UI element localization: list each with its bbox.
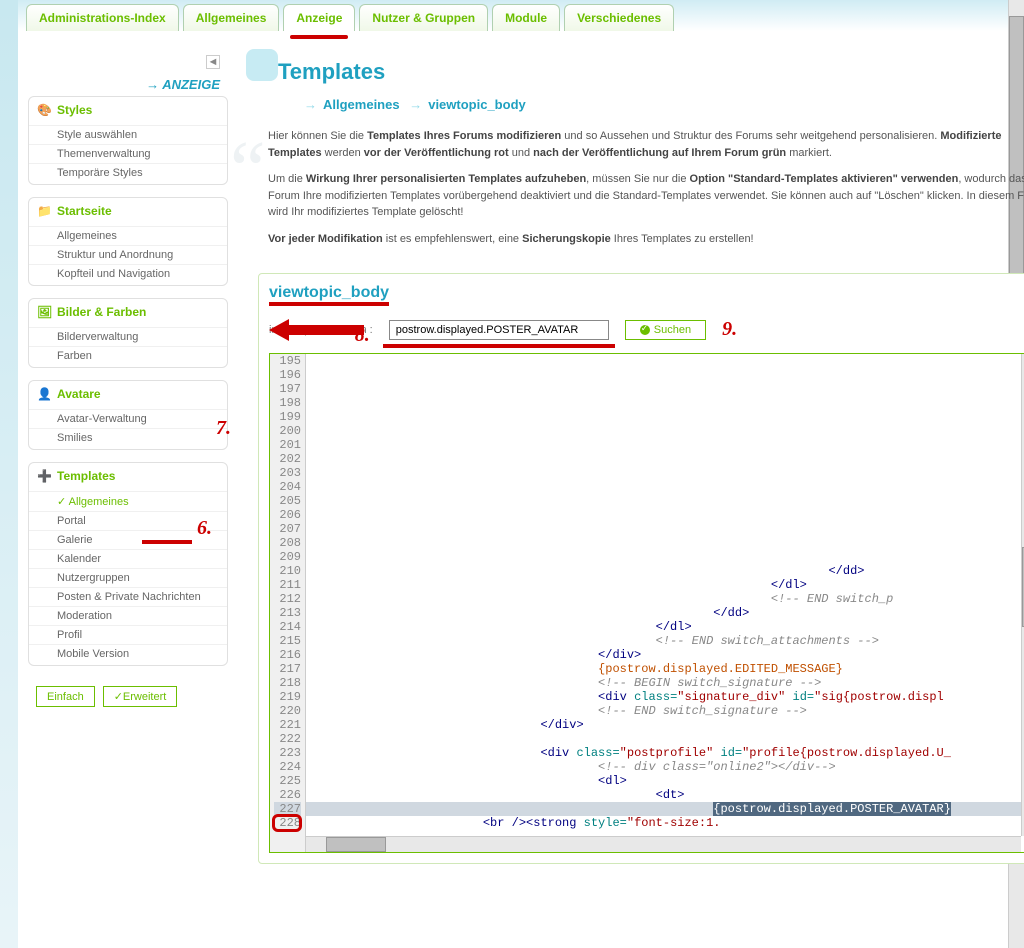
sidebar-item-moderation[interactable]: Moderation — [29, 606, 227, 625]
sidebar-item-tempor-re-styles[interactable]: Temporäre Styles — [29, 163, 227, 182]
annotation-arrow-9 — [269, 315, 379, 345]
sidebar-item-nutzergruppen[interactable]: Nutzergruppen — [29, 568, 227, 587]
sidebar-item-kalender[interactable]: Kalender — [29, 549, 227, 568]
sidebar-section-styles: 🎨StylesStyle auswählenThemenverwaltungTe… — [28, 96, 228, 185]
check-icon — [640, 325, 650, 335]
code-editor[interactable]: 1951961971981992002012022032042052062072… — [269, 353, 1024, 853]
sidebar: ◄ ANZEIGE 🎨StylesStyle auswählenThemenve… — [28, 51, 228, 874]
plus-icon: ➕ — [37, 469, 51, 483]
main-content: Templates →Allgemeines →viewtopic_body “… — [228, 51, 1024, 874]
sidebar-item-allgemeines[interactable]: Allgemeines — [29, 491, 227, 511]
breadcrumb-item[interactable]: Allgemeines — [323, 97, 400, 112]
tab-nutzer-gruppen[interactable]: Nutzer & Gruppen — [359, 4, 488, 31]
line-gutter: 1951961971981992002012022032042052062072… — [270, 354, 306, 852]
sidebar-item-farben[interactable]: Farben — [29, 346, 227, 365]
template-editor-panel: viewtopic_body 7. im Template suchen : 8… — [258, 273, 1024, 864]
palette-icon: 🎨 — [37, 103, 51, 117]
annotation-6: 6. — [142, 517, 212, 540]
sidebar-item-bilderverwaltung[interactable]: Bilderverwaltung — [29, 327, 227, 346]
mode-simple-button[interactable]: Einfach — [36, 686, 95, 707]
annotation-7: 7. — [216, 417, 231, 440]
page-title: Templates — [258, 51, 1024, 97]
sidebar-section-bilder-farben: 🖼Bilder & FarbenBilderverwaltungFarben — [28, 298, 228, 368]
sidebar-item-themenverwaltung[interactable]: Themenverwaltung — [29, 144, 227, 163]
code-content[interactable]: < </dd> </dl> — [306, 354, 1024, 852]
sidebar-item-allgemeines[interactable]: Allgemeines — [29, 226, 227, 245]
info-box: “ Hier können Sie die Templates Ihres Fo… — [258, 128, 1024, 273]
sidebar-section-startseite: 📁StartseiteAllgemeinesStruktur und Anord… — [28, 197, 228, 286]
sidebar-item-smilies[interactable]: Smilies — [29, 428, 227, 447]
avatar-icon: 👤 — [37, 387, 51, 401]
mode-advanced-button[interactable]: ✓Erweitert — [103, 686, 178, 707]
sidebar-section-avatare: 👤AvatareAvatar-VerwaltungSmilies — [28, 380, 228, 450]
tab-allgemeines[interactable]: Allgemeines — [183, 4, 280, 31]
sidebar-item-kopfteil-und-navigation[interactable]: Kopfteil und Navigation — [29, 264, 227, 283]
template-search-input[interactable] — [389, 320, 609, 340]
sidebar-item-profil[interactable]: Profil — [29, 625, 227, 644]
sidebar-item-struktur-und-anordnung[interactable]: Struktur und Anordnung — [29, 245, 227, 264]
sidebar-item-avatar-verwaltung[interactable]: Avatar-Verwaltung — [29, 409, 227, 428]
sidebar-heading: ANZEIGE — [28, 73, 228, 96]
sidebar-item-style-ausw-hlen[interactable]: Style auswählen — [29, 125, 227, 144]
back-button[interactable]: ◄ — [28, 51, 228, 73]
sidebar-item-mobile-version[interactable]: Mobile Version — [29, 644, 227, 663]
editor-hscroll[interactable] — [306, 836, 1021, 852]
breadcrumb: →Allgemeines →viewtopic_body — [258, 97, 1024, 128]
main-tabs: Administrations-IndexAllgemeinesAnzeigeN… — [18, 0, 1008, 31]
annotation-9: 9. — [722, 318, 737, 341]
search-button[interactable]: Suchen — [625, 320, 706, 340]
tab-verschiedenes[interactable]: Verschiedenes — [564, 4, 674, 31]
tab-administrations-index[interactable]: Administrations-Index — [26, 4, 179, 31]
tab-module[interactable]: Module — [492, 4, 560, 31]
home-icon: 📁 — [37, 204, 51, 218]
annotation-line-227 — [272, 814, 302, 832]
tab-anzeige[interactable]: Anzeige — [283, 4, 355, 31]
sidebar-section-templates: ➕TemplatesAllgemeinesPortalGalerieKalend… — [28, 462, 228, 666]
editor-title: viewtopic_body — [269, 284, 1024, 310]
breadcrumb-item[interactable]: viewtopic_body — [428, 97, 526, 112]
sidebar-item-posten-private-nachrichten[interactable]: Posten & Private Nachrichten — [29, 587, 227, 606]
image-icon: 🖼 — [37, 305, 51, 319]
